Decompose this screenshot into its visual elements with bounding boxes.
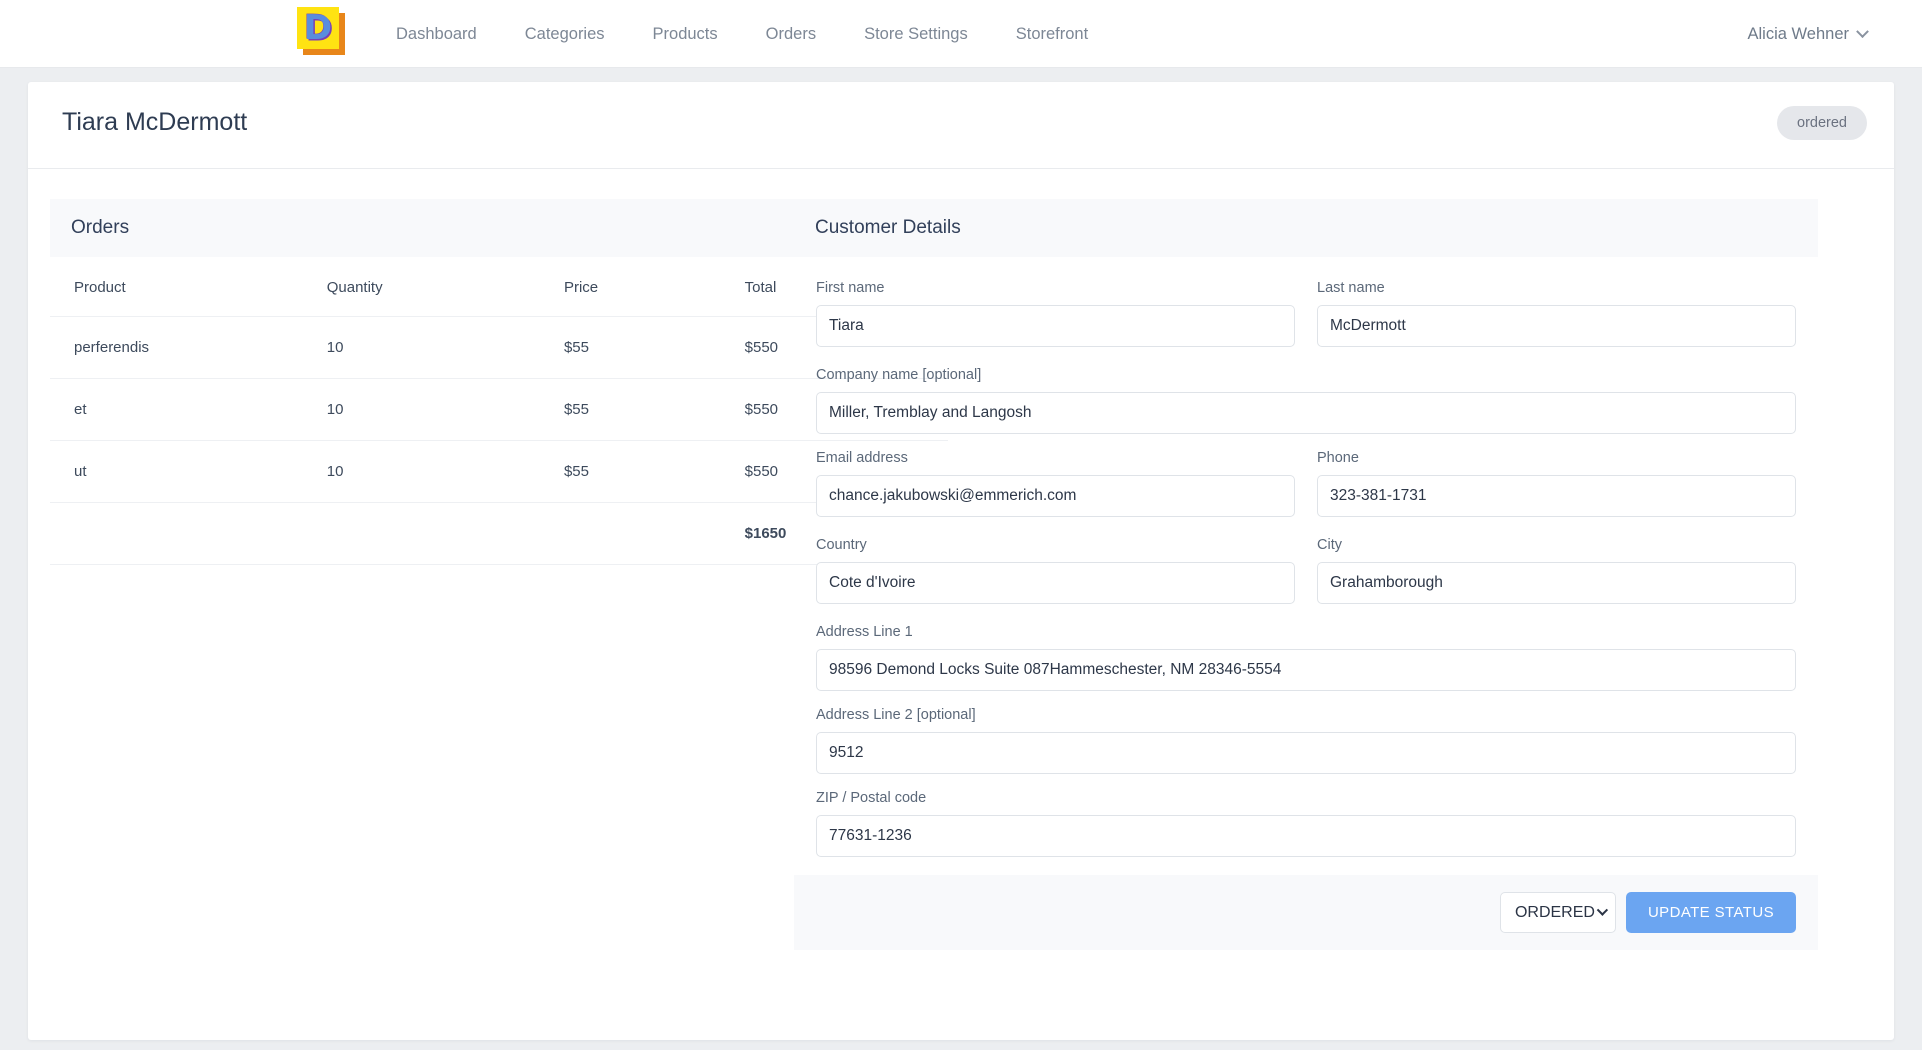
label-city: City xyxy=(1317,537,1342,553)
cell-quantity: 10 xyxy=(326,440,564,503)
status-select[interactable]: ORDERED xyxy=(1499,892,1616,933)
label-company-name: Company name [optional] xyxy=(816,367,982,383)
user-menu[interactable]: Alicia Wehner xyxy=(1747,0,1869,68)
form-row-name: First name Last name xyxy=(816,280,1796,363)
cell-product: perferendis xyxy=(50,316,327,379)
customer-panel-title: Customer Details xyxy=(794,199,1818,257)
cell-quantity: 10 xyxy=(326,316,564,379)
field-group-last-name: Last name xyxy=(1317,280,1796,347)
user-menu-label: Alicia Wehner xyxy=(1747,24,1850,43)
field-group-phone: Phone xyxy=(1317,450,1796,517)
column-header-price: Price xyxy=(563,279,599,296)
orders-panel-title: Orders xyxy=(50,199,794,257)
update-status-button[interactable]: UPDATE STATUS xyxy=(1625,892,1796,933)
label-email-address: Email address xyxy=(816,450,908,466)
address-line-1-input[interactable] xyxy=(816,649,1796,691)
nav-item-categories[interactable]: Categories xyxy=(501,25,629,44)
customer-details-column: Customer Details First name Last name Co… xyxy=(794,169,1868,950)
form-row-location: Country City xyxy=(816,537,1796,620)
field-group-zip: ZIP / Postal code xyxy=(816,790,1796,857)
label-phone: Phone xyxy=(1317,450,1359,466)
cell-product: et xyxy=(50,378,327,441)
label-address-line-2: Address Line 2 [optional] xyxy=(816,707,976,723)
app-logo[interactable]: D xyxy=(295,5,351,57)
zip-postal-code-input[interactable] xyxy=(816,815,1796,857)
nav-links: Dashboard Categories Products Orders Sto… xyxy=(372,0,1112,68)
address-line-2-input[interactable] xyxy=(816,732,1796,774)
email-field[interactable] xyxy=(816,475,1295,517)
company-name-input[interactable] xyxy=(816,392,1796,434)
country-field[interactable] xyxy=(816,562,1295,604)
nav-item-orders[interactable]: Orders xyxy=(742,25,840,44)
last-name-input[interactable] xyxy=(1317,305,1796,347)
chevron-down-icon xyxy=(1596,904,1609,916)
grand-total-spacer-3 xyxy=(563,502,745,565)
column-header-product: Product xyxy=(74,279,126,296)
status-select-value: ORDERED xyxy=(1514,903,1595,921)
city-field[interactable] xyxy=(1317,562,1796,604)
grand-total-spacer-1 xyxy=(50,502,327,565)
page-title: Tiara McDermott xyxy=(62,108,248,136)
field-group-city: City xyxy=(1317,537,1796,604)
cell-quantity: 10 xyxy=(326,378,564,441)
cell-product: ut xyxy=(50,440,327,503)
top-navigation-bar: D Dashboard Categories Products Orders S… xyxy=(0,0,1922,68)
nav-item-products[interactable]: Products xyxy=(629,25,742,44)
content-columns: Orders Product Quantity Price Total perf… xyxy=(28,169,1894,950)
label-zip-postal-code: ZIP / Postal code xyxy=(816,790,927,806)
chevron-down-icon xyxy=(1856,24,1869,38)
field-group-email: Email address xyxy=(816,450,1295,517)
field-group-address-line-2: Address Line 2 [optional] xyxy=(816,707,1796,774)
cell-price: $55 xyxy=(563,316,745,379)
page-card: Tiara McDermott ordered Orders Product Q… xyxy=(28,82,1894,1040)
column-header-quantity: Quantity xyxy=(326,279,383,296)
page-header: Tiara McDermott ordered xyxy=(28,82,1894,169)
label-country: Country xyxy=(816,537,867,553)
phone-field[interactable] xyxy=(1317,475,1796,517)
nav-item-storefront[interactable]: Storefront xyxy=(992,25,1112,44)
first-name-input[interactable] xyxy=(816,305,1295,347)
customer-details-form: First name Last name Company name [optio… xyxy=(794,257,1818,857)
nav-item-dashboard[interactable]: Dashboard xyxy=(372,25,501,44)
cell-price: $55 xyxy=(563,378,745,441)
label-address-line-1: Address Line 1 xyxy=(816,624,913,640)
form-row-contact: Email address Phone xyxy=(816,450,1796,533)
form-footer-bar: ORDERED UPDATE STATUS xyxy=(794,875,1818,950)
label-last-name: Last name xyxy=(1317,280,1385,296)
field-group-address-line-1: Address Line 1 xyxy=(816,624,1796,691)
cell-price: $55 xyxy=(563,440,745,503)
field-group-first-name: First name xyxy=(816,280,1295,347)
orders-column: Orders Product Quantity Price Total perf… xyxy=(28,169,948,950)
status-badge: ordered xyxy=(1777,106,1867,140)
logo-letter-d: D xyxy=(303,8,333,48)
grand-total-spacer-2 xyxy=(326,502,564,565)
field-group-company: Company name [optional] xyxy=(816,367,1796,434)
nav-item-store-settings[interactable]: Store Settings xyxy=(840,25,992,44)
field-group-country: Country xyxy=(816,537,1295,604)
label-first-name: First name xyxy=(816,280,885,296)
